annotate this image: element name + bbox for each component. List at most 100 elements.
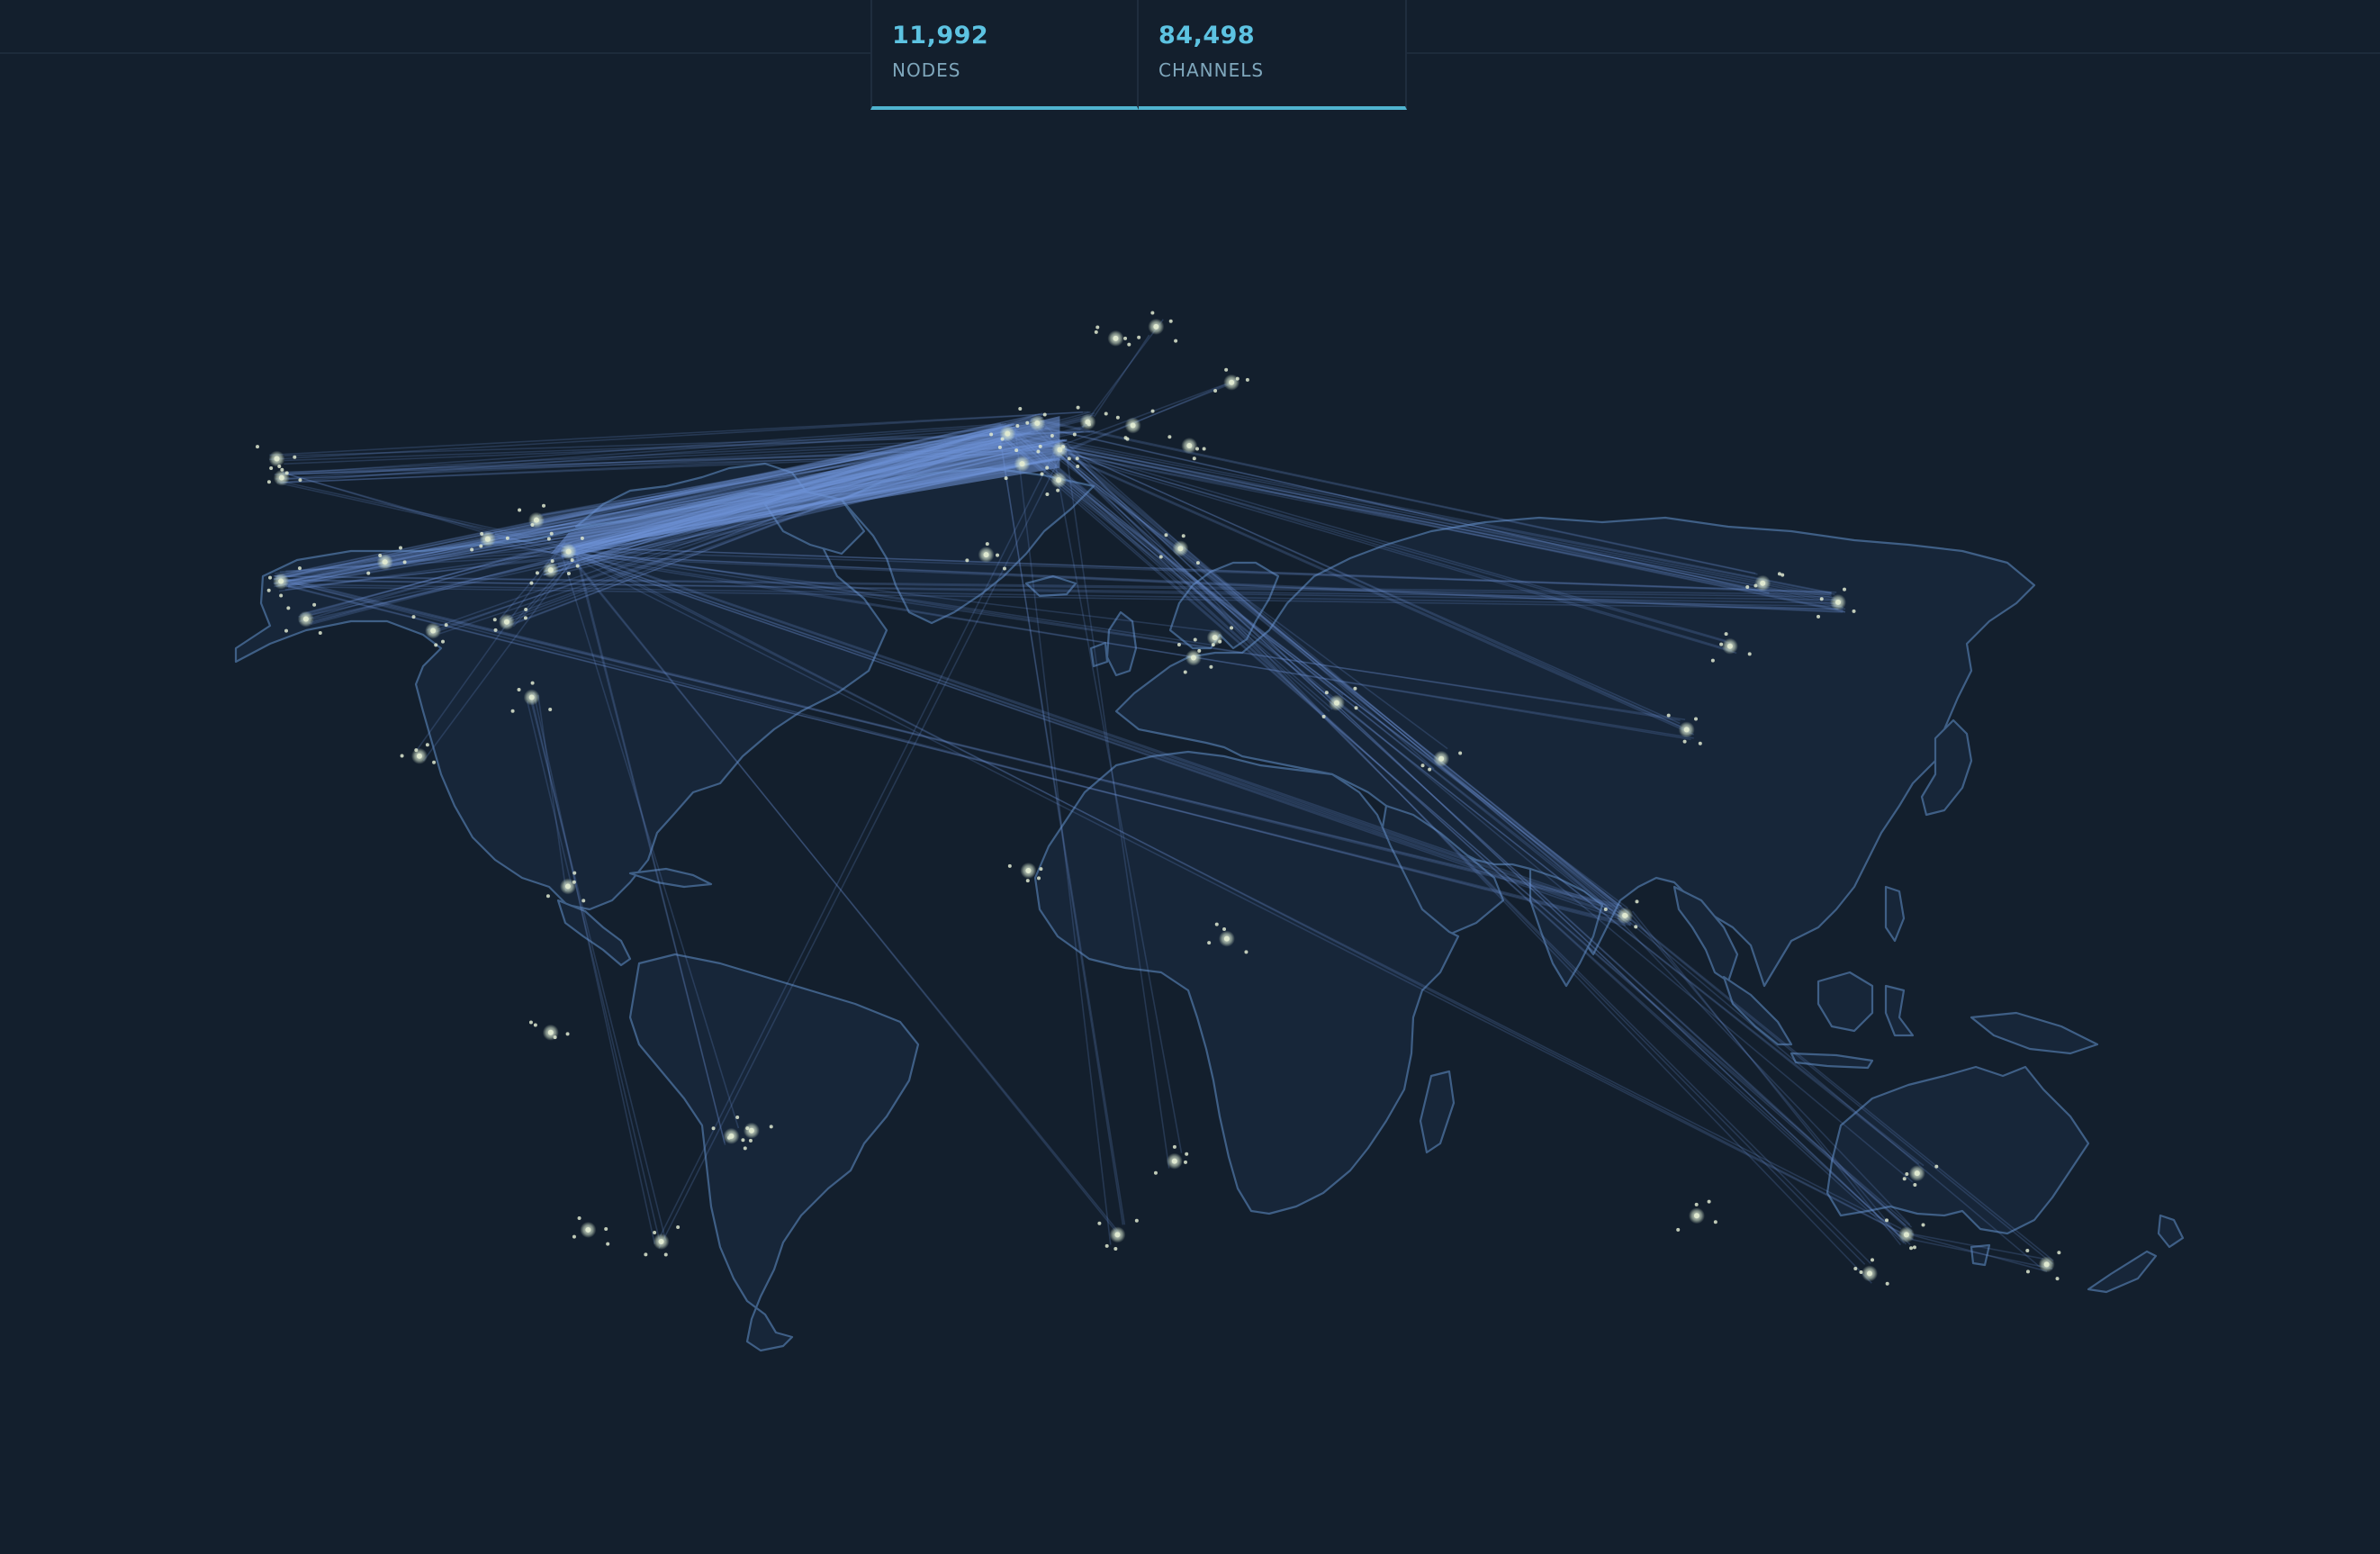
node-satellite[interactable] bbox=[577, 1215, 581, 1220]
node-zurich[interactable] bbox=[1056, 477, 1062, 483]
node-satellite[interactable] bbox=[2025, 1269, 2030, 1274]
node-satellite[interactable] bbox=[566, 571, 571, 575]
node-satellite[interactable] bbox=[1235, 376, 1240, 381]
node-melbourne[interactable] bbox=[1867, 1270, 1872, 1277]
node-satellite[interactable] bbox=[550, 559, 554, 564]
node-satellite[interactable] bbox=[517, 687, 521, 691]
node-satellite[interactable] bbox=[1176, 643, 1181, 647]
node-satellite[interactable] bbox=[1222, 926, 1227, 931]
node-satellite[interactable] bbox=[1115, 415, 1120, 420]
node-vancouver[interactable] bbox=[274, 456, 280, 462]
node-satellite[interactable] bbox=[1747, 652, 1752, 656]
node-satellite[interactable] bbox=[1202, 447, 1206, 451]
node-auckland[interactable] bbox=[2043, 1261, 2050, 1268]
node-shanghai[interactable] bbox=[1726, 643, 1733, 649]
node-satellite[interactable] bbox=[1909, 1246, 1914, 1251]
node-satellite[interactable] bbox=[1134, 1218, 1139, 1223]
node-satellite[interactable] bbox=[434, 643, 438, 647]
node-satellite[interactable] bbox=[548, 707, 553, 711]
node-satellite[interactable] bbox=[1713, 1220, 1717, 1224]
node-satellite[interactable] bbox=[606, 1242, 610, 1246]
node-satellite[interactable] bbox=[1197, 648, 1202, 653]
node-satellite[interactable] bbox=[1195, 447, 1199, 451]
node-satellite[interactable] bbox=[1061, 445, 1066, 449]
node-satellite[interactable] bbox=[1852, 609, 1856, 613]
node-satellite[interactable] bbox=[1015, 423, 1020, 428]
node-satellite[interactable] bbox=[1038, 444, 1042, 448]
node-satellite[interactable] bbox=[1218, 639, 1222, 644]
node-lima[interactable] bbox=[547, 1029, 554, 1035]
node-satellite[interactable] bbox=[1123, 336, 1128, 340]
node-satellite[interactable] bbox=[493, 628, 498, 632]
node-sydney[interactable] bbox=[1903, 1232, 1909, 1238]
node-satellite[interactable] bbox=[745, 1126, 750, 1131]
node-satellite[interactable] bbox=[269, 466, 274, 471]
node-satellite[interactable] bbox=[528, 1020, 533, 1025]
node-satellite[interactable] bbox=[505, 536, 509, 540]
node-satellite[interactable] bbox=[769, 1125, 773, 1129]
node-satellite[interactable] bbox=[644, 1252, 648, 1257]
node-satellite[interactable] bbox=[1193, 637, 1197, 642]
node-satellite[interactable] bbox=[1634, 925, 1638, 929]
node-satellite[interactable] bbox=[743, 1146, 747, 1151]
node-san-francisco[interactable] bbox=[278, 578, 284, 584]
node-stockholm[interactable] bbox=[1113, 335, 1119, 341]
node-satellite[interactable] bbox=[549, 531, 554, 536]
node-satellite[interactable] bbox=[510, 709, 515, 713]
node-perth[interactable] bbox=[1693, 1213, 1699, 1219]
node-satellite[interactable] bbox=[425, 743, 429, 747]
node-satellite[interactable] bbox=[1075, 456, 1079, 461]
node-satellite[interactable] bbox=[480, 531, 484, 536]
node-satellite[interactable] bbox=[378, 553, 383, 557]
node-satellite[interactable] bbox=[1104, 1243, 1109, 1248]
node-atlanta[interactable] bbox=[503, 619, 509, 625]
node-nairobi[interactable] bbox=[1223, 935, 1230, 942]
node-satellite[interactable] bbox=[523, 616, 527, 620]
node-satellite[interactable] bbox=[1245, 377, 1249, 382]
node-satellite[interactable] bbox=[1002, 566, 1006, 571]
node-satellite[interactable] bbox=[1018, 406, 1023, 411]
node-satellite[interactable] bbox=[533, 1023, 537, 1027]
node-satellite[interactable] bbox=[441, 639, 446, 644]
node-washington[interactable] bbox=[547, 567, 554, 574]
node-satellite[interactable] bbox=[1438, 756, 1443, 761]
node-satellite[interactable] bbox=[1050, 433, 1054, 438]
node-satellite[interactable] bbox=[1353, 686, 1357, 691]
node-satellite[interactable] bbox=[1902, 1177, 1907, 1181]
node-cairo[interactable] bbox=[1190, 655, 1196, 661]
node-satellite[interactable] bbox=[572, 871, 577, 875]
node-satellite[interactable] bbox=[553, 1035, 557, 1040]
node-frankfurt[interactable] bbox=[1057, 447, 1063, 453]
world-map[interactable] bbox=[0, 0, 2380, 1554]
node-satellite[interactable] bbox=[1230, 626, 1234, 630]
node-satellite[interactable] bbox=[1324, 691, 1329, 695]
node-satellite[interactable] bbox=[1458, 751, 1463, 755]
node-satellite[interactable] bbox=[676, 1225, 681, 1230]
node-warsaw[interactable] bbox=[1130, 422, 1136, 429]
node-chicago[interactable] bbox=[484, 536, 491, 542]
node-santiago[interactable] bbox=[585, 1226, 591, 1233]
node-satellite[interactable] bbox=[402, 560, 407, 565]
node-satellite[interactable] bbox=[1127, 342, 1131, 347]
node-dubai[interactable] bbox=[1333, 700, 1339, 706]
node-satellite[interactable] bbox=[1859, 1269, 1863, 1274]
node-satellite[interactable] bbox=[1842, 587, 1846, 592]
nodes-stat-tab[interactable]: 11,992 NODES bbox=[870, 0, 1139, 110]
node-satellite[interactable] bbox=[1164, 533, 1168, 538]
node-satellite[interactable] bbox=[1150, 409, 1155, 413]
node-satellite[interactable] bbox=[565, 1032, 570, 1036]
node-seoul[interactable] bbox=[1760, 580, 1766, 586]
node-satellite[interactable] bbox=[297, 566, 302, 571]
node-los-angeles[interactable] bbox=[302, 616, 309, 622]
node-satellite[interactable] bbox=[546, 537, 551, 541]
node-satellite[interactable] bbox=[1137, 335, 1141, 339]
node-hong-kong[interactable] bbox=[1683, 727, 1690, 733]
node-satellite[interactable] bbox=[1153, 1170, 1158, 1175]
node-satellite[interactable] bbox=[726, 1135, 731, 1140]
node-satellite[interactable] bbox=[1921, 1223, 1925, 1227]
node-satellite[interactable] bbox=[1719, 642, 1724, 646]
node-satellite[interactable] bbox=[1694, 1202, 1699, 1206]
node-new-york[interactable] bbox=[565, 548, 572, 555]
node-satellite[interactable] bbox=[1056, 488, 1060, 492]
node-johannesburg[interactable] bbox=[1171, 1158, 1177, 1164]
